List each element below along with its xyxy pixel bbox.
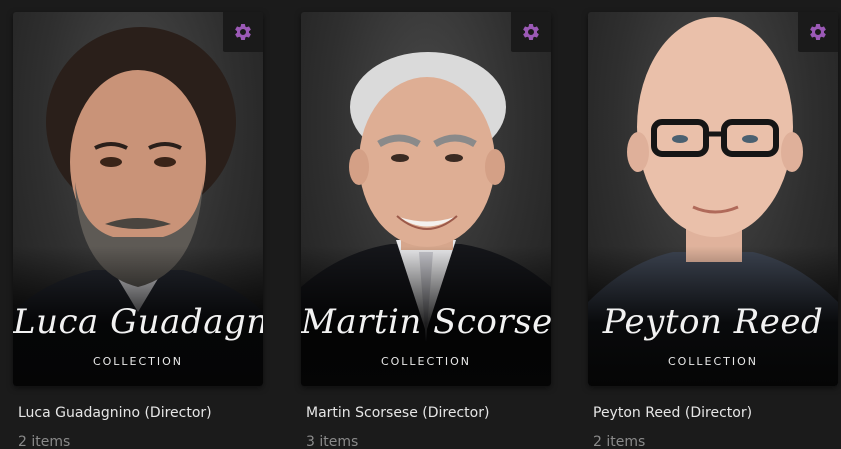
- collection-title[interactable]: Peyton Reed (Director): [593, 404, 838, 422]
- collection-card-peyton-reed[interactable]: Peyton Reed COLLECTION Peyton Reed (Dire…: [588, 12, 838, 449]
- poster-script-name: Peyton Reed: [602, 302, 824, 342]
- collection-item-count: 2 items: [18, 434, 71, 449]
- gear-icon: [235, 23, 251, 40]
- collection-card-luca-guadagnino[interactable]: Luca Guadagnino COLLECTION Luca Guadagni…: [13, 12, 263, 449]
- gear-icon: [523, 23, 539, 40]
- settings-button[interactable]: [223, 12, 263, 52]
- poster-collection-label: COLLECTION: [92, 355, 184, 368]
- poster-collection-label: COLLECTION: [667, 355, 759, 368]
- settings-button[interactable]: [798, 12, 838, 52]
- collection-item-count: 3 items: [306, 434, 359, 449]
- poster-script-name: Martin Scorsese: [301, 302, 551, 342]
- settings-button[interactable]: [511, 12, 551, 52]
- gear-icon: [810, 23, 826, 40]
- collection-poster[interactable]: Martin Scorsese COLLECTION: [301, 12, 551, 386]
- collection-title[interactable]: Luca Guadagnino (Director): [18, 404, 263, 422]
- collection-title[interactable]: Martin Scorsese (Director): [306, 404, 551, 422]
- poster-collection-label: COLLECTION: [380, 355, 472, 368]
- collection-card-martin-scorsese[interactable]: Martin Scorsese COLLECTION Martin Scorse…: [301, 12, 551, 449]
- collection-grid: Luca Guadagnino COLLECTION Luca Guadagni…: [0, 0, 841, 449]
- collection-item-count: 2 items: [593, 434, 646, 449]
- collection-poster[interactable]: Peyton Reed COLLECTION: [588, 12, 838, 386]
- collection-poster[interactable]: Luca Guadagnino COLLECTION: [13, 12, 263, 386]
- poster-script-name: Luca Guadagnino: [13, 302, 263, 342]
